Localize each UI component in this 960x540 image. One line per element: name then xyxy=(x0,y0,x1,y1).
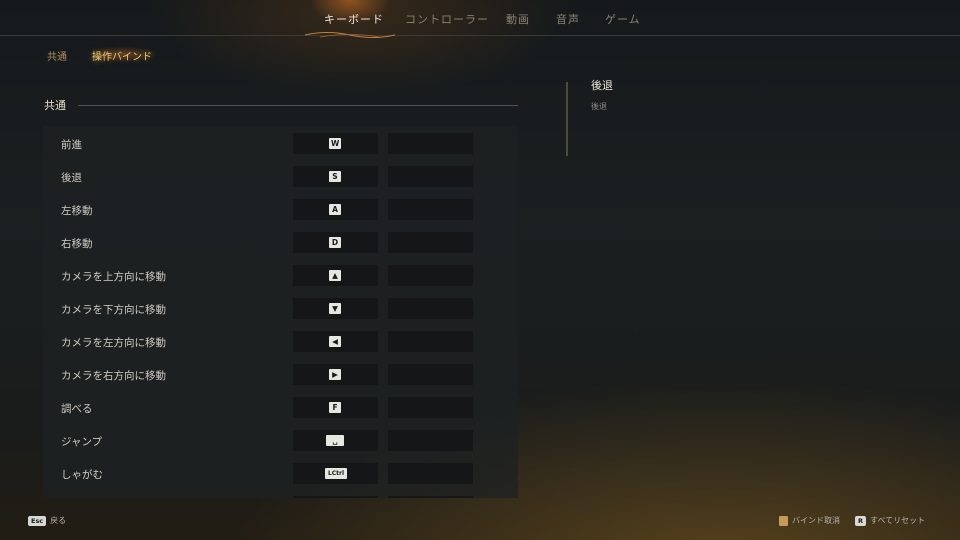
secondary-key-slot[interactable] xyxy=(388,232,473,253)
tab-video[interactable]: 動画 xyxy=(506,11,530,27)
tab-game[interactable]: ゲーム xyxy=(605,11,641,27)
key-cap: A xyxy=(329,204,341,215)
binding-row-partial[interactable] xyxy=(43,493,518,498)
primary-key-slot[interactable]: ▶ xyxy=(293,364,378,385)
primary-key-slot[interactable]: ␣ xyxy=(293,430,378,451)
binding-row[interactable]: カメラを右方向に移動 ▶ xyxy=(43,361,518,387)
arrow-left-icon: ◀ xyxy=(329,336,341,347)
binding-row[interactable]: 前進 W xyxy=(43,130,518,156)
tab-controller[interactable]: コントローラー xyxy=(405,11,489,27)
binding-action-label: しゃがむ xyxy=(61,469,103,481)
binding-row[interactable]: しゃがむ LCtrl xyxy=(43,460,518,486)
detail-description: 後退 xyxy=(591,102,607,111)
key-cap: D xyxy=(329,237,341,248)
binding-row[interactable]: 左移動 A xyxy=(43,196,518,222)
reset-label: すべてリセット xyxy=(870,516,926,525)
binding-action-label: ジャンプ xyxy=(61,436,103,448)
secondary-key-slot[interactable] xyxy=(388,265,473,286)
primary-key-slot[interactable]: F xyxy=(293,397,378,418)
primary-key-slot[interactable]: ▼ xyxy=(293,298,378,319)
binding-row[interactable]: 右移動 D xyxy=(43,229,518,255)
detail-title: 後退 xyxy=(591,79,613,92)
arrow-down-icon: ▼ xyxy=(329,303,341,314)
secondary-key-slot[interactable] xyxy=(388,430,473,451)
arrow-up-icon: ▲ xyxy=(329,270,341,281)
unbind-label: バインド取消 xyxy=(792,516,840,525)
binding-action-label: カメラを下方向に移動 xyxy=(61,304,166,316)
binding-row[interactable]: カメラを左方向に移動 ◀ xyxy=(43,328,518,354)
binding-action-label: 後退 xyxy=(61,172,82,184)
r-key-icon: R xyxy=(855,515,867,526)
detail-scroll-indicator xyxy=(566,82,568,156)
subtab-keybind[interactable]: 操作バインド xyxy=(92,48,152,63)
tab-ornament-icon xyxy=(305,32,395,38)
primary-key-slot[interactable]: A xyxy=(293,199,378,220)
secondary-key-slot[interactable] xyxy=(388,331,473,352)
secondary-key-slot[interactable] xyxy=(388,364,473,385)
secondary-key-slot[interactable] xyxy=(388,298,473,319)
space-key-icon: ␣ xyxy=(326,435,344,446)
binding-action-label: 調べる xyxy=(61,403,93,415)
unbind-key-icon xyxy=(779,515,788,526)
binding-action-label: カメラを右方向に移動 xyxy=(61,370,166,382)
key-cap: LCtrl xyxy=(325,468,347,479)
primary-key-slot[interactable] xyxy=(293,496,378,498)
top-nav: キーボード コントローラー 動画 音声 ゲーム xyxy=(0,0,960,38)
primary-key-slot[interactable]: D xyxy=(293,232,378,253)
binding-action-label: 右移動 xyxy=(61,238,93,250)
reset-hint[interactable]: R すべてリセット xyxy=(855,515,925,526)
primary-key-slot[interactable]: LCtrl xyxy=(293,463,378,484)
secondary-key-slot[interactable] xyxy=(388,463,473,484)
binding-row[interactable]: カメラを上方向に移動 ▲ xyxy=(43,262,518,288)
primary-key-slot[interactable]: ◀ xyxy=(293,331,378,352)
binding-action-label: 前進 xyxy=(61,139,82,151)
binding-row[interactable]: 調べる F xyxy=(43,394,518,420)
key-cap: S xyxy=(329,171,341,182)
binding-list[interactable]: 前進 W 後退 S 左移動 A 右移動 D カメラを上方向に移動 ▲ カメラを下… xyxy=(43,126,518,498)
unbind-hint[interactable]: バインド取消 xyxy=(779,515,840,526)
binding-action-label: カメラを左方向に移動 xyxy=(61,337,166,349)
back-label: 戻る xyxy=(50,516,67,525)
binding-action-label: 左移動 xyxy=(61,205,93,217)
section-title: 共通 xyxy=(44,99,66,112)
primary-key-slot[interactable]: S xyxy=(293,166,378,187)
secondary-key-slot[interactable] xyxy=(388,166,473,187)
secondary-key-slot[interactable] xyxy=(388,199,473,220)
primary-key-slot[interactable]: W xyxy=(293,133,378,154)
section-divider xyxy=(78,105,518,106)
tab-audio[interactable]: 音声 xyxy=(556,11,580,27)
binding-action-label: カメラを上方向に移動 xyxy=(61,271,166,283)
back-hint[interactable]: Esc 戻る xyxy=(28,515,66,526)
binding-row[interactable]: カメラを下方向に移動 ▼ xyxy=(43,295,518,321)
key-cap: F xyxy=(329,402,341,413)
binding-row[interactable]: ジャンプ ␣ xyxy=(43,427,518,453)
secondary-key-slot[interactable] xyxy=(388,397,473,418)
key-cap: W xyxy=(329,138,342,149)
tab-keyboard[interactable]: キーボード xyxy=(324,11,384,27)
arrow-right-icon: ▶ xyxy=(329,369,341,380)
secondary-key-slot[interactable] xyxy=(388,496,473,498)
secondary-key-slot[interactable] xyxy=(388,133,473,154)
subtab-common[interactable]: 共通 xyxy=(47,48,67,63)
primary-key-slot[interactable]: ▲ xyxy=(293,265,378,286)
binding-row[interactable]: 後退 S xyxy=(43,163,518,189)
esc-key-icon: Esc xyxy=(28,515,47,526)
